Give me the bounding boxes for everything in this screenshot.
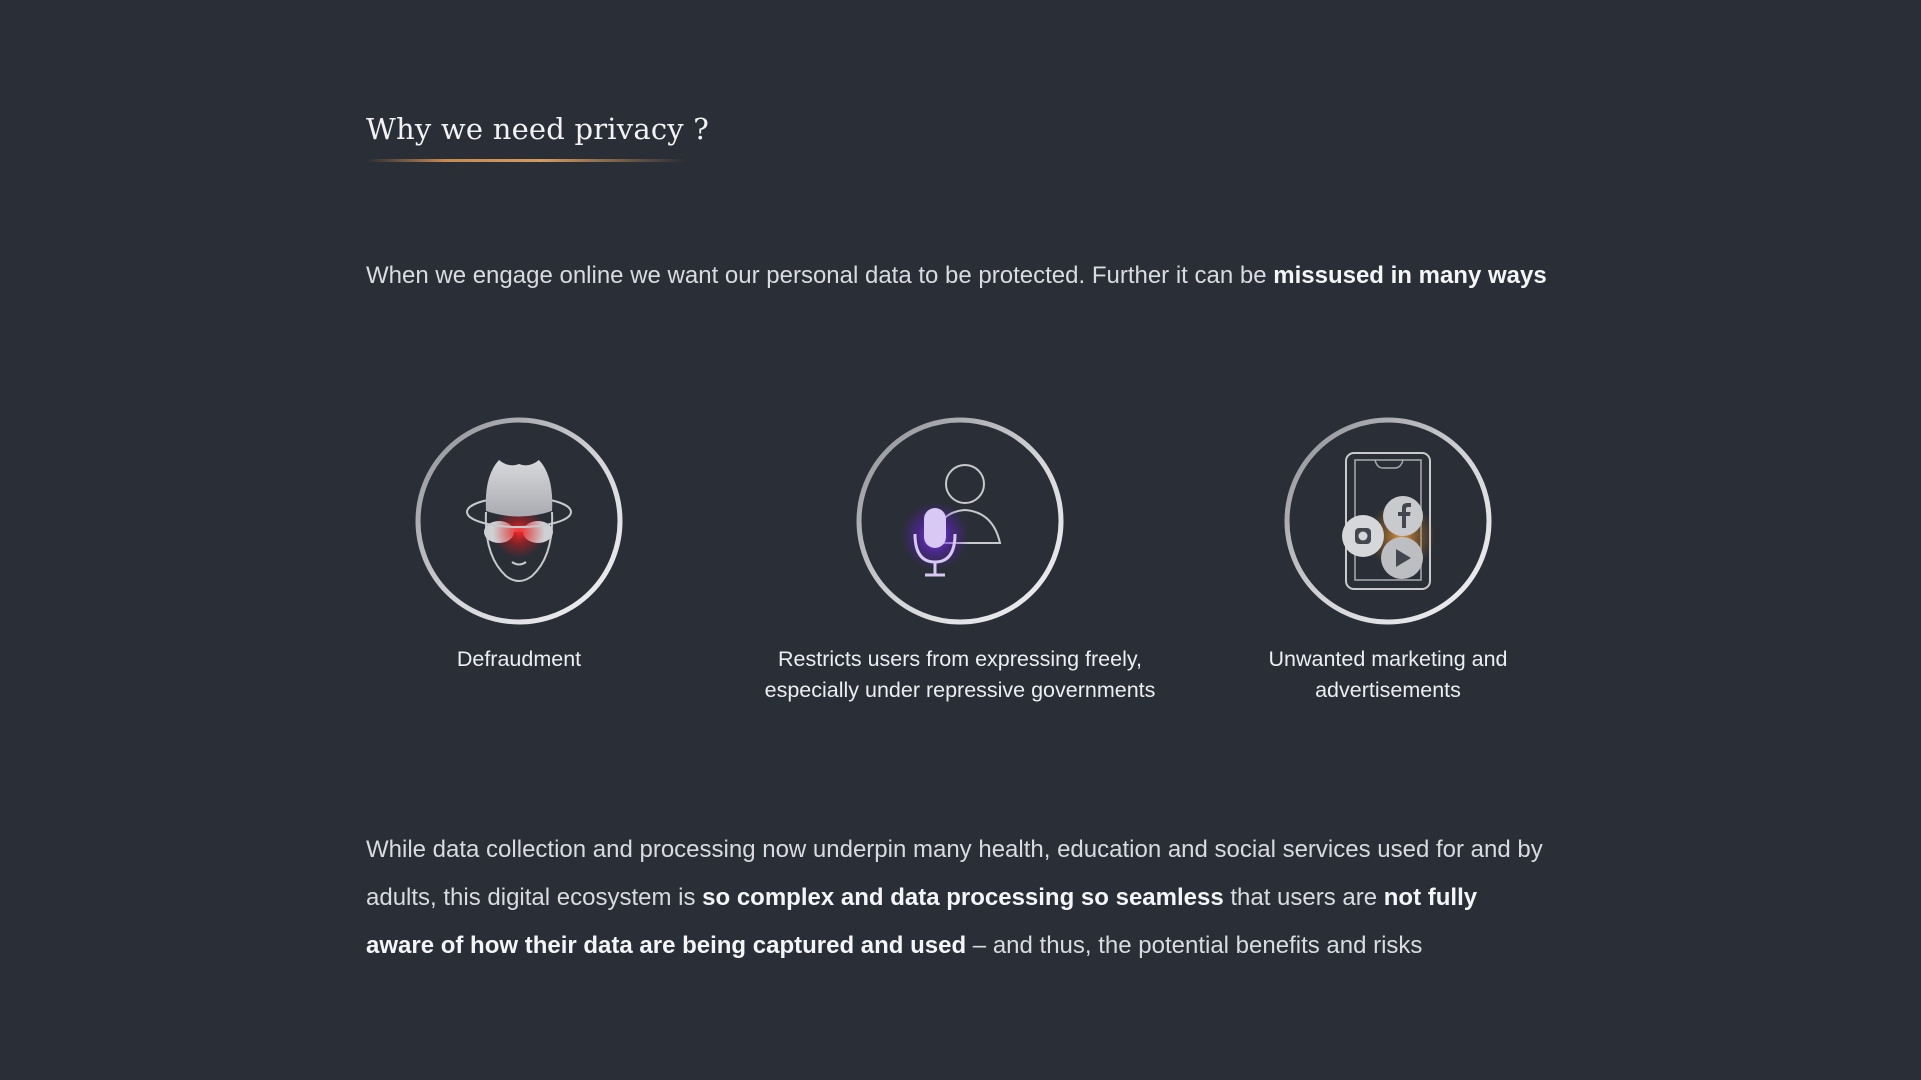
card-label-defraudment: Defraudment bbox=[456, 647, 582, 671]
outro-emphasis: so complex and data processing so seamle… bbox=[702, 884, 1224, 911]
outro-text: While data collection and processing now… bbox=[366, 826, 1546, 970]
smartphone-social-media-icon bbox=[1283, 416, 1493, 626]
card-label-line: especially under repressive governments bbox=[764, 678, 1156, 702]
title-underline bbox=[366, 159, 686, 162]
card-label-line: Unwanted marketing and bbox=[1268, 647, 1508, 671]
intro-text: When we engage online we want our person… bbox=[366, 262, 1596, 290]
outro-plain: – and thus, the potential benefits and r… bbox=[966, 932, 1423, 959]
slide: Why we need privacy ? When we engage onl… bbox=[0, 0, 1921, 1080]
card-label-expression: Restricts users from expressing freely, … bbox=[750, 644, 1170, 706]
card-label-line: advertisements bbox=[1315, 678, 1461, 702]
card-label-line: Restricts users from expressing freely, bbox=[777, 647, 1142, 671]
page-title: Why we need privacy ? bbox=[366, 112, 710, 146]
user-microphone-icon bbox=[855, 416, 1065, 626]
spy-icon bbox=[414, 416, 624, 626]
card-marketing: Unwanted marketing and advertisements bbox=[1178, 416, 1598, 706]
outro-plain: that users are bbox=[1223, 884, 1384, 911]
intro-emphasis: missused in many ways bbox=[1273, 262, 1547, 289]
intro-plain: When we engage online we want our person… bbox=[366, 262, 1274, 289]
card-label-marketing: Unwanted marketing and advertisements bbox=[1178, 644, 1598, 706]
card-defraudment: Defraudment bbox=[309, 416, 729, 675]
card-expression: Restricts users from expressing freely, … bbox=[750, 416, 1170, 706]
